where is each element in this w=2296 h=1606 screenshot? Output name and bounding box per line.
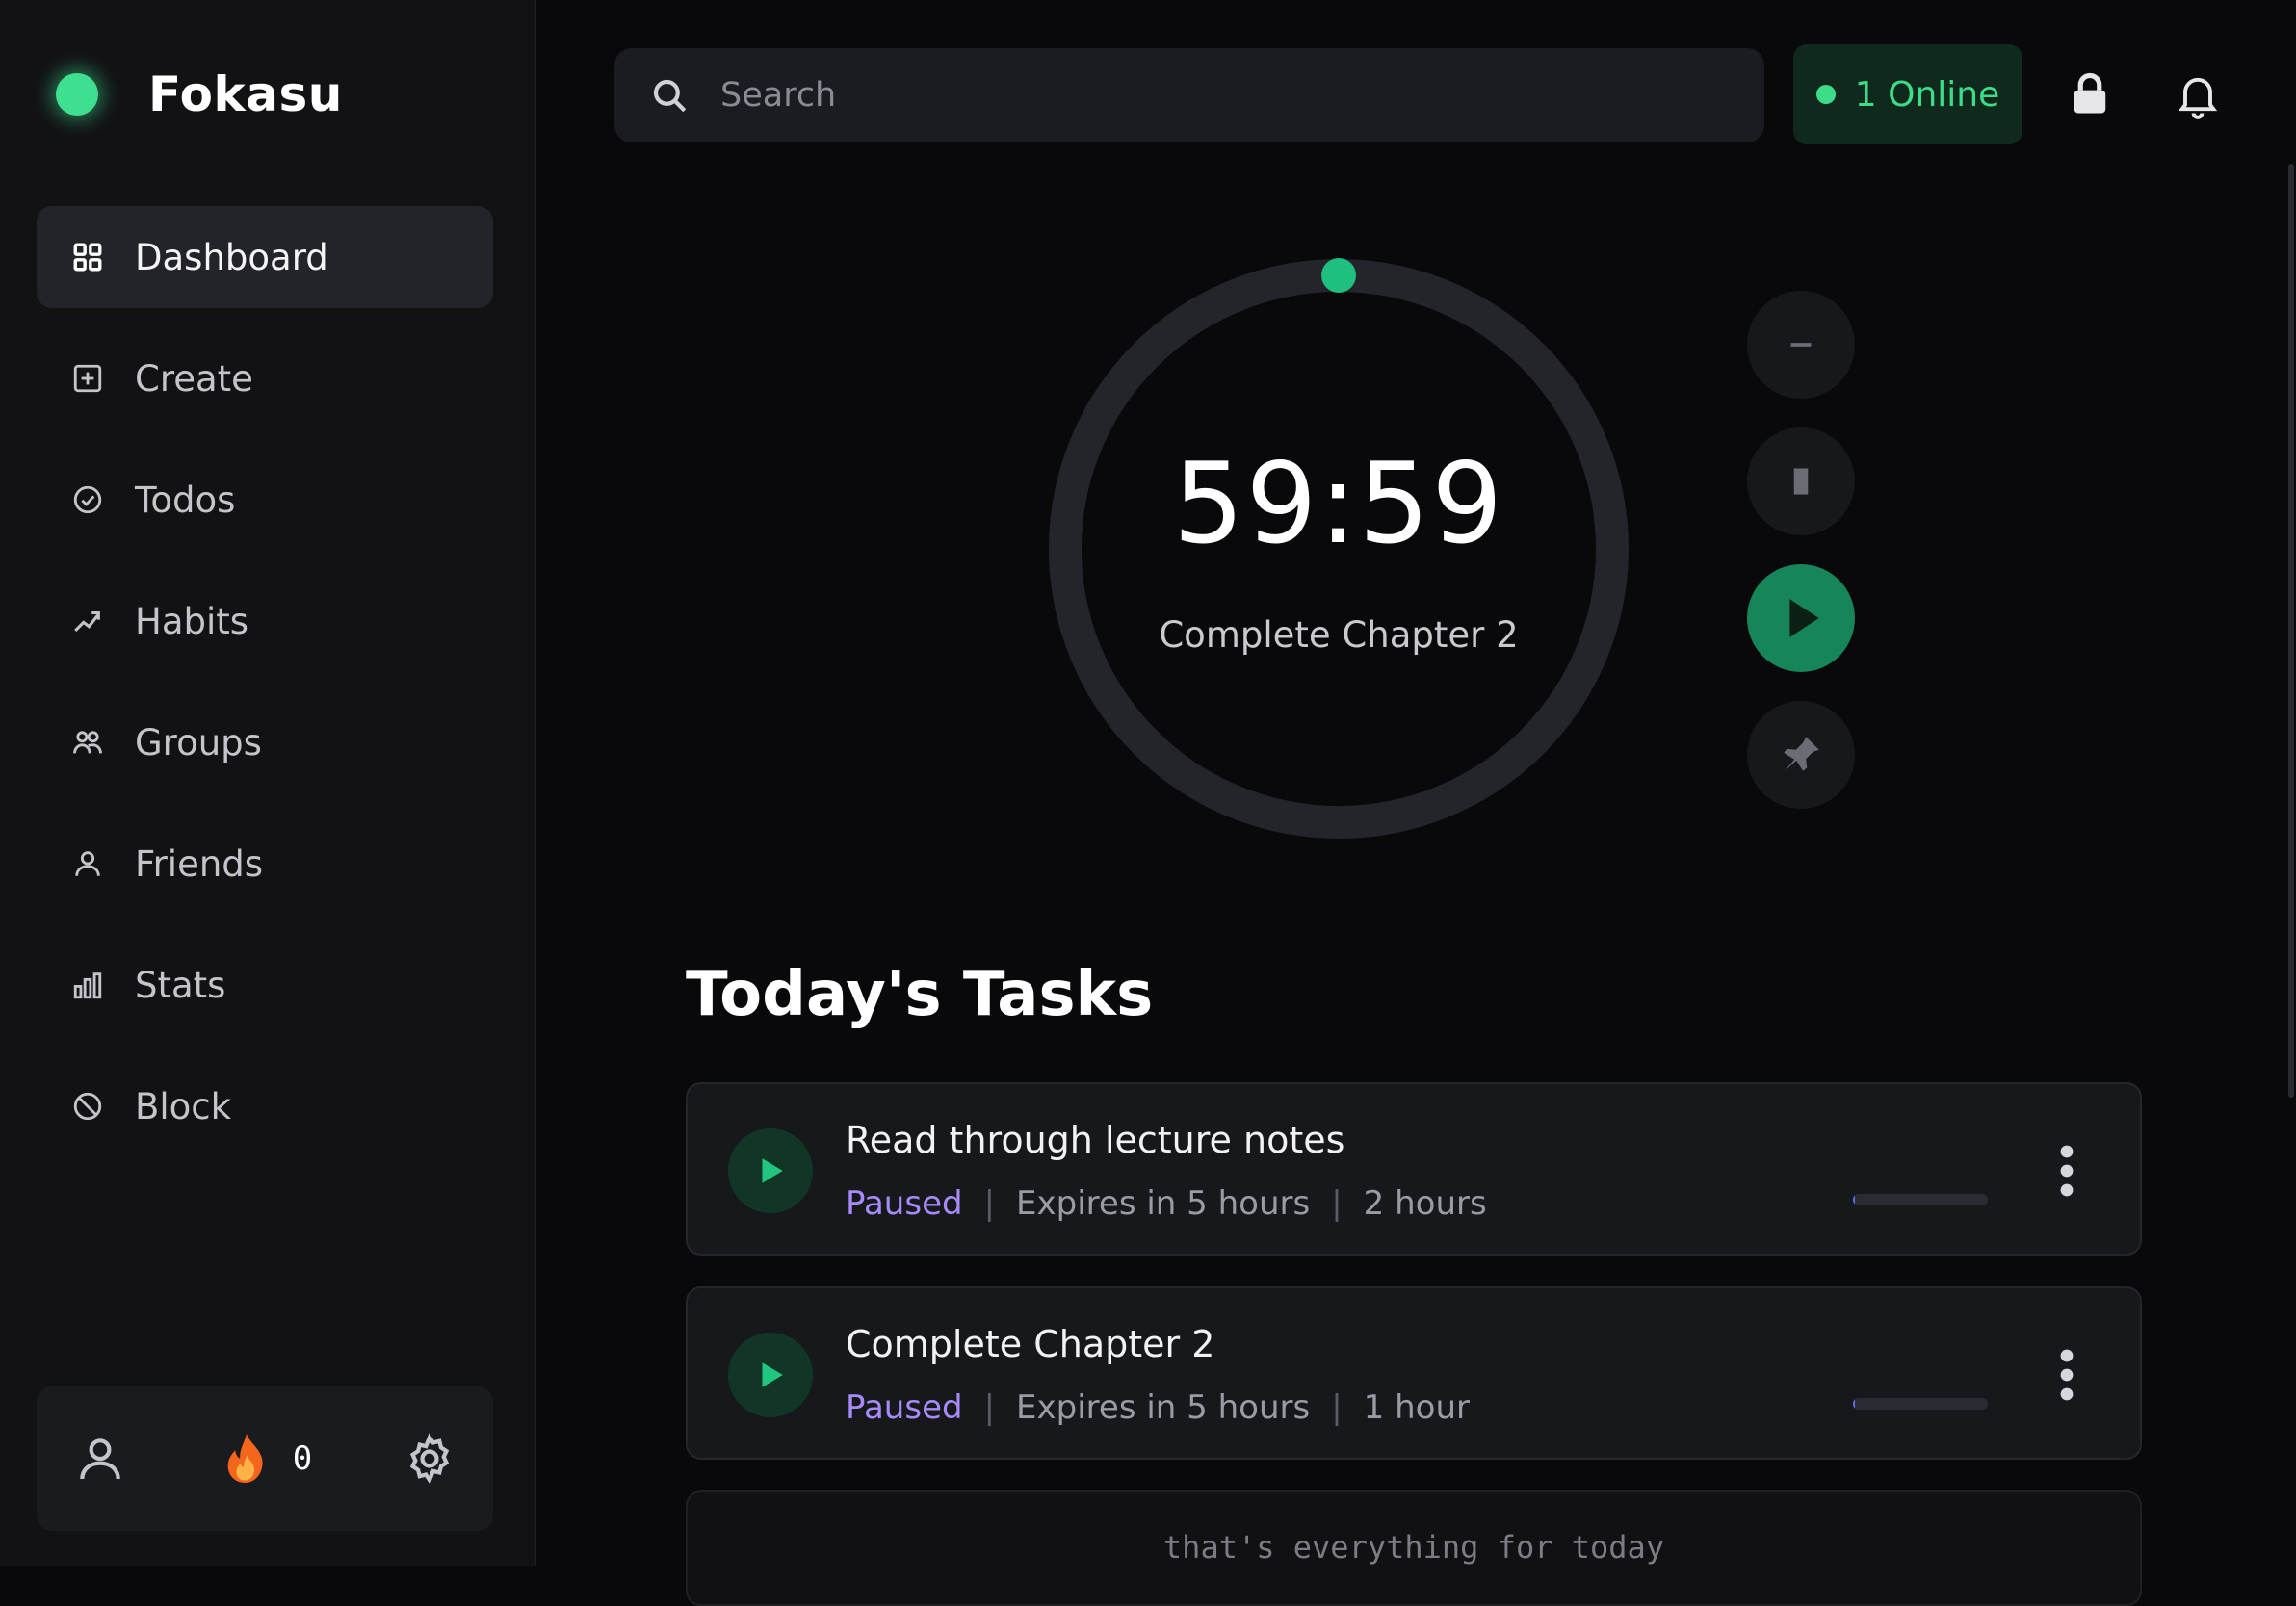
task-progress-bar	[1853, 1398, 1988, 1410]
streak-counter[interactable]: 0	[218, 1427, 312, 1490]
task-expiry: Expires in 5 hours	[1016, 1184, 1311, 1223]
timer-handle[interactable]	[1321, 258, 1356, 293]
task-menu-button[interactable]	[2048, 1344, 2086, 1406]
task-meta: Paused | Expires in 5 hours | 2 hours	[846, 1184, 1487, 1223]
fire-icon	[227, 1433, 263, 1483]
brand-name: Fokasu	[148, 66, 343, 122]
stop-icon	[1793, 468, 1809, 495]
task-status: Paused	[846, 1184, 963, 1223]
sidebar-item-todos[interactable]: Todos	[37, 449, 493, 551]
task-name: Complete Chapter 2	[846, 1323, 1215, 1365]
task-status: Paused	[846, 1388, 963, 1427]
sidebar-item-label: Todos	[135, 479, 236, 521]
sidebar-item-label: Create	[135, 357, 253, 400]
online-dot-icon	[1815, 85, 1836, 104]
search-input[interactable]	[718, 75, 1682, 116]
separator: |	[983, 1388, 996, 1427]
task-card[interactable]: Complete Chapter 2 Paused | Expires in 5…	[686, 1286, 2142, 1460]
user-icon	[80, 1438, 120, 1480]
sidebar-item-label: Groups	[135, 721, 262, 764]
bell-icon	[2178, 77, 2218, 119]
minus-icon	[1790, 343, 1812, 347]
task-menu-button[interactable]	[2048, 1140, 2086, 1202]
pin-button[interactable]	[1747, 701, 1855, 809]
check-circle-icon	[69, 481, 106, 518]
timer-time: 59:59	[1172, 439, 1505, 569]
play-icon	[762, 1158, 783, 1183]
task-progress-fill	[1853, 1398, 1856, 1410]
search-icon	[653, 79, 687, 113]
task-expiry: Expires in 5 hours	[1016, 1388, 1311, 1427]
sidebar-item-label: Block	[135, 1085, 232, 1127]
separator: |	[1331, 1184, 1343, 1223]
sidebar-nav: Dashboard Create Todos Habits Groups Fri…	[37, 206, 493, 1177]
sidebar-item-create[interactable]: Create	[37, 327, 493, 429]
user-icon	[69, 845, 106, 882]
lock-icon	[2074, 72, 2106, 114]
sidebar-item-dashboard[interactable]: Dashboard	[37, 206, 493, 308]
task-duration: 1 hour	[1363, 1388, 1470, 1427]
sidebar-item-label: Habits	[135, 600, 249, 642]
task-play-button[interactable]	[728, 1128, 813, 1213]
ban-icon	[69, 1088, 106, 1125]
bar-chart-icon	[69, 967, 106, 1003]
task-progress-fill	[1853, 1194, 1856, 1205]
online-label: 1 Online	[1854, 74, 2000, 115]
pin-icon	[1784, 737, 1819, 771]
separator: |	[1331, 1388, 1343, 1427]
tasks-end-message: that's everything for today	[686, 1490, 2142, 1606]
sidebar-item-label: Dashboard	[135, 236, 328, 278]
online-status-button[interactable]: 1 Online	[1793, 44, 2022, 144]
trend-icon	[69, 603, 106, 639]
separator: |	[983, 1184, 996, 1223]
sidebar-item-label: Friends	[135, 842, 264, 885]
task-duration: 2 hours	[1363, 1184, 1487, 1223]
scrollbar[interactable]	[2288, 164, 2294, 1098]
task-progress-bar	[1853, 1194, 1988, 1205]
task-meta: Paused | Expires in 5 hours | 1 hour	[846, 1388, 1470, 1427]
task-play-button[interactable]	[728, 1333, 813, 1417]
play-icon	[1789, 599, 1819, 637]
grid-icon	[69, 239, 106, 275]
more-vertical-icon	[2060, 1145, 2074, 1197]
play-button[interactable]	[1747, 564, 1855, 672]
stop-button[interactable]	[1747, 427, 1855, 535]
more-vertical-icon	[2060, 1349, 2074, 1401]
settings-button[interactable]	[403, 1432, 457, 1486]
brand[interactable]: Fokasu	[56, 65, 343, 123]
decrease-time-button[interactable]	[1747, 291, 1855, 399]
tasks-title: Today's Tasks	[686, 959, 1154, 1030]
plus-square-icon	[69, 360, 106, 397]
play-icon	[762, 1362, 783, 1387]
sidebar-item-label: Stats	[135, 964, 226, 1006]
task-name: Read through lecture notes	[846, 1119, 1345, 1161]
sidebar-item-block[interactable]: Block	[37, 1055, 493, 1157]
sidebar-item-groups[interactable]: Groups	[37, 691, 493, 793]
brand-logo-icon	[56, 73, 98, 116]
lock-button[interactable]	[2061, 65, 2119, 123]
sidebar-item-habits[interactable]: Habits	[37, 570, 493, 672]
profile-button[interactable]	[73, 1432, 127, 1486]
focus-timer: 59:59 Complete Chapter 2	[1048, 258, 1630, 840]
notifications-button[interactable]	[2169, 65, 2227, 123]
sidebar-item-friends[interactable]: Friends	[37, 813, 493, 915]
search-bar[interactable]	[614, 48, 1764, 142]
sidebar-item-stats[interactable]: Stats	[37, 934, 493, 1036]
sidebar: Fokasu Dashboard Create Todos Habits Gro…	[0, 0, 536, 1566]
streak-count: 0	[292, 1439, 313, 1478]
gear-icon	[409, 1433, 450, 1485]
task-card[interactable]: Read through lecture notes Paused | Expi…	[686, 1082, 2142, 1256]
timer-task-label: Complete Chapter 2	[1159, 614, 1519, 656]
groups-icon	[69, 724, 106, 761]
sidebar-footer: 0	[37, 1386, 493, 1531]
